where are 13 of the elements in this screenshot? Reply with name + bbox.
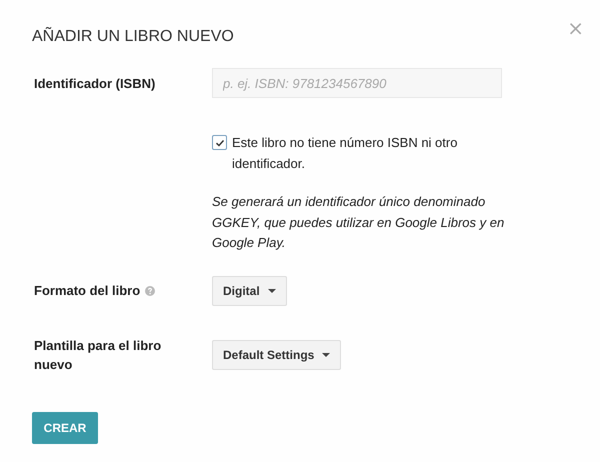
template-dropdown[interactable]: Default Settings (212, 340, 342, 370)
field-label: Formato del libro (34, 283, 140, 298)
check-icon (214, 138, 224, 148)
info-text: Se generará un identificador único denominado GGKEY, que puedes utilizar en Google Libros y en Google Play. (212, 193, 506, 252)
format-dropdown[interactable]: Digital (212, 276, 287, 306)
caret-icon (268, 288, 276, 292)
field-label: Plantilla para el libro nuevo (33, 336, 162, 374)
dialog-title: AÑADIR UN LIBRO NUEVO (32, 28, 234, 46)
field-label: Identificador (ISBN) (33, 76, 156, 90)
checkbox-label: Este libro no tiene número ISBN ni otro identificador. (232, 134, 458, 173)
caret-icon (322, 352, 330, 356)
isbn-input-field[interactable]: p. ej. ISBN: 9781234567890 (212, 68, 502, 98)
checkbox[interactable] (212, 135, 227, 150)
